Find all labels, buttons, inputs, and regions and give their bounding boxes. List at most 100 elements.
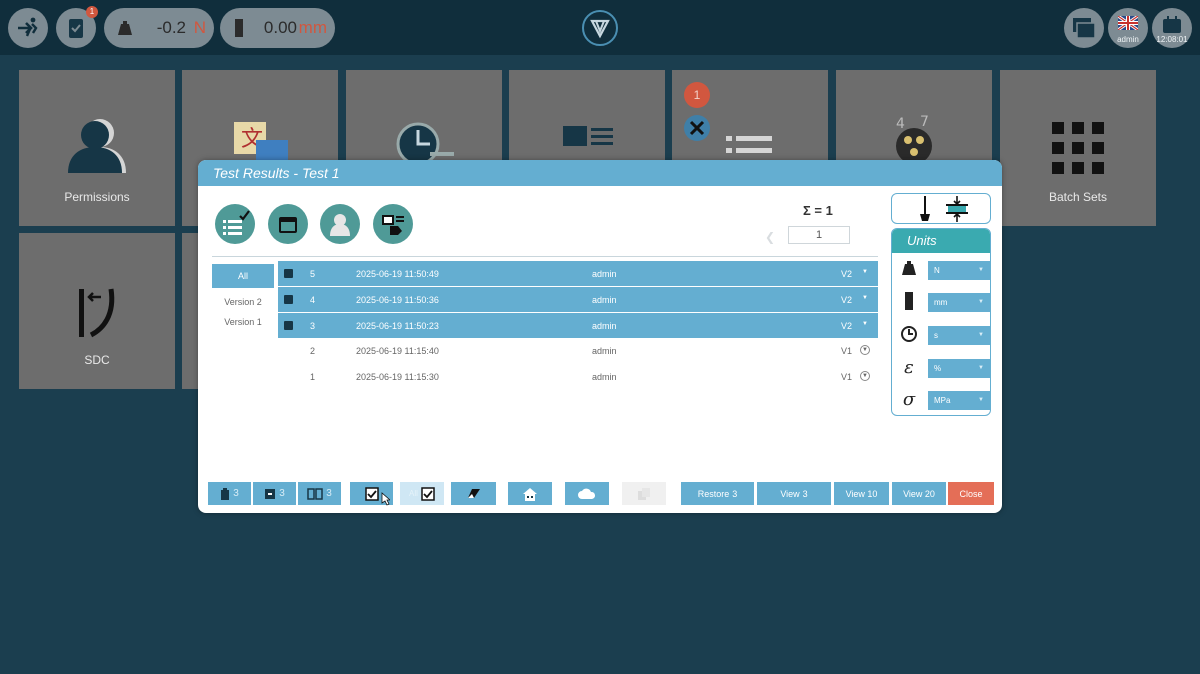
result-icon — [284, 295, 293, 304]
view-20-button[interactable]: View 20 — [892, 482, 946, 505]
length-unit-select[interactable]: mm ▼ — [928, 293, 990, 312]
unit-force: N ▼ — [898, 260, 990, 280]
close-button[interactable]: Close — [948, 482, 994, 505]
chevron-down-icon[interactable]: ▼ — [860, 294, 870, 304]
blocks-icon — [638, 487, 650, 500]
filter-date-button[interactable] — [268, 204, 308, 244]
row-index: 4 — [310, 295, 316, 305]
strain-unit-select[interactable]: % ▼ — [928, 359, 990, 378]
row-version: V1 — [841, 372, 853, 382]
tile-sdc[interactable]: SDC — [19, 233, 175, 389]
svg-text:7: 7 — [920, 114, 929, 130]
windows-icon — [1073, 18, 1096, 39]
position-unit: mm — [298, 18, 327, 37]
users-icon — [68, 119, 126, 173]
table-row[interactable]: 4 2025-06-19 11:50:36 admin V2 ▼ — [278, 286, 878, 312]
eraser-icon — [467, 488, 480, 498]
chevron-down-icon[interactable]: ▼ — [860, 320, 870, 330]
chevron-down-icon[interactable]: ▼ — [860, 345, 870, 355]
cloud-button[interactable] — [565, 482, 609, 505]
row-version: V2 — [841, 295, 853, 305]
tile-batch-sets[interactable]: Batch Sets — [1000, 70, 1156, 226]
erase-button[interactable] — [451, 482, 496, 505]
filter-list-button[interactable] — [215, 204, 255, 244]
filter-user-button[interactable] — [320, 204, 360, 244]
usb-button[interactable]: 1 — [56, 6, 98, 48]
sum-label: Σ = 1 — [803, 203, 833, 218]
table-row[interactable]: 5 2025-06-19 11:50:49 admin V2 ▼ — [278, 260, 878, 286]
select-all-button[interactable]: All — [400, 482, 444, 505]
usb-drive-icon — [69, 19, 83, 38]
result-icon — [284, 269, 293, 278]
row-user: admin — [592, 346, 617, 356]
restore-button[interactable]: Restore 3 — [681, 482, 754, 505]
service-badge: 1 — [684, 82, 710, 108]
time-label: 12:08:01 — [1156, 35, 1188, 44]
compress-icon[interactable] — [946, 196, 968, 222]
chevron-down-icon[interactable]: ▼ — [860, 268, 870, 278]
select-value: % — [934, 364, 942, 373]
force-readout[interactable]: -0.2 N — [104, 8, 214, 48]
copy-button[interactable]: 3 — [208, 482, 251, 505]
language-user-button[interactable]: admin — [1108, 8, 1148, 48]
position-value: 0.00 — [263, 18, 297, 37]
row-user: admin — [592, 372, 617, 382]
chevron-down-icon[interactable]: ▼ — [860, 371, 870, 381]
checkbox-icon — [364, 486, 379, 501]
row-user: admin — [592, 269, 617, 279]
user-icon — [330, 214, 350, 236]
table-row[interactable]: 2 2025-06-19 11:15:40 admin V1 ▼ — [278, 338, 878, 364]
list-check-icon — [223, 210, 250, 235]
probe-icon[interactable] — [918, 196, 932, 222]
row-version: V1 — [841, 346, 853, 356]
restore-count: 3 — [732, 488, 738, 499]
sigma-icon: σ — [902, 389, 916, 410]
archive-button[interactable]: 3 — [253, 482, 296, 505]
force-unit-select[interactable]: N ▼ — [928, 261, 990, 280]
row-version: V2 — [841, 269, 853, 279]
version-1[interactable]: Version 1 — [212, 317, 274, 327]
disabled-button[interactable] — [622, 482, 666, 505]
version-all[interactable]: All — [212, 264, 274, 288]
units-title: Units — [892, 229, 990, 253]
chevron-down-icon: ▼ — [978, 267, 984, 273]
table-row[interactable]: 3 2025-06-19 11:50:23 admin V2 ▼ — [278, 312, 878, 338]
sdc-icon — [79, 288, 115, 338]
page-input[interactable]: 1 — [788, 226, 850, 244]
measurement-panel — [891, 193, 991, 224]
restore-label: Restore — [697, 488, 730, 499]
view-label: View — [780, 488, 800, 499]
view-10-button[interactable]: View 10 — [834, 482, 889, 505]
tile-label: Batch Sets — [1048, 190, 1108, 204]
table-row[interactable]: 1 2025-06-19 11:15:30 admin V1 ▼ — [278, 364, 878, 390]
grid-icon — [1052, 122, 1104, 174]
row-date: 2025-06-19 11:50:36 — [356, 295, 439, 305]
view-button[interactable]: View 3 — [757, 482, 831, 505]
v-logo-icon — [590, 19, 610, 39]
version-2[interactable]: Version 2 — [212, 297, 274, 307]
filter-report-button[interactable] — [373, 204, 413, 244]
clipboard-icon — [221, 487, 230, 500]
stress-unit-select[interactable]: MPa ▼ — [928, 391, 990, 410]
compare-button[interactable]: 3 — [298, 482, 341, 505]
windows-button[interactable] — [1064, 8, 1104, 48]
time-unit-select[interactable]: s ▼ — [928, 326, 990, 345]
calendar-icon — [1163, 16, 1181, 33]
unit-strain: ε % ▼ — [898, 358, 990, 378]
exit-button[interactable] — [8, 8, 48, 48]
tile-label: SDC — [84, 353, 110, 367]
unit-stress: σ MPa ▼ — [898, 389, 990, 410]
result-icon — [284, 321, 293, 330]
row-date: 2025-06-19 11:50:49 — [356, 269, 439, 279]
calendar-button[interactable]: 12:08:01 — [1152, 8, 1192, 48]
divider — [212, 256, 878, 257]
home-grid-button[interactable] — [508, 482, 552, 505]
view-20-label: View 20 — [903, 488, 935, 499]
chevron-left-icon[interactable]: ❮ — [765, 230, 775, 244]
tile-permissions[interactable]: Permissions — [19, 70, 175, 226]
select-button[interactable] — [350, 482, 393, 506]
row-index: 1 — [310, 372, 316, 382]
chevron-down-icon: ▼ — [978, 332, 984, 338]
position-readout[interactable]: 0.00 mm — [220, 8, 335, 48]
force-unit: N — [193, 18, 206, 37]
